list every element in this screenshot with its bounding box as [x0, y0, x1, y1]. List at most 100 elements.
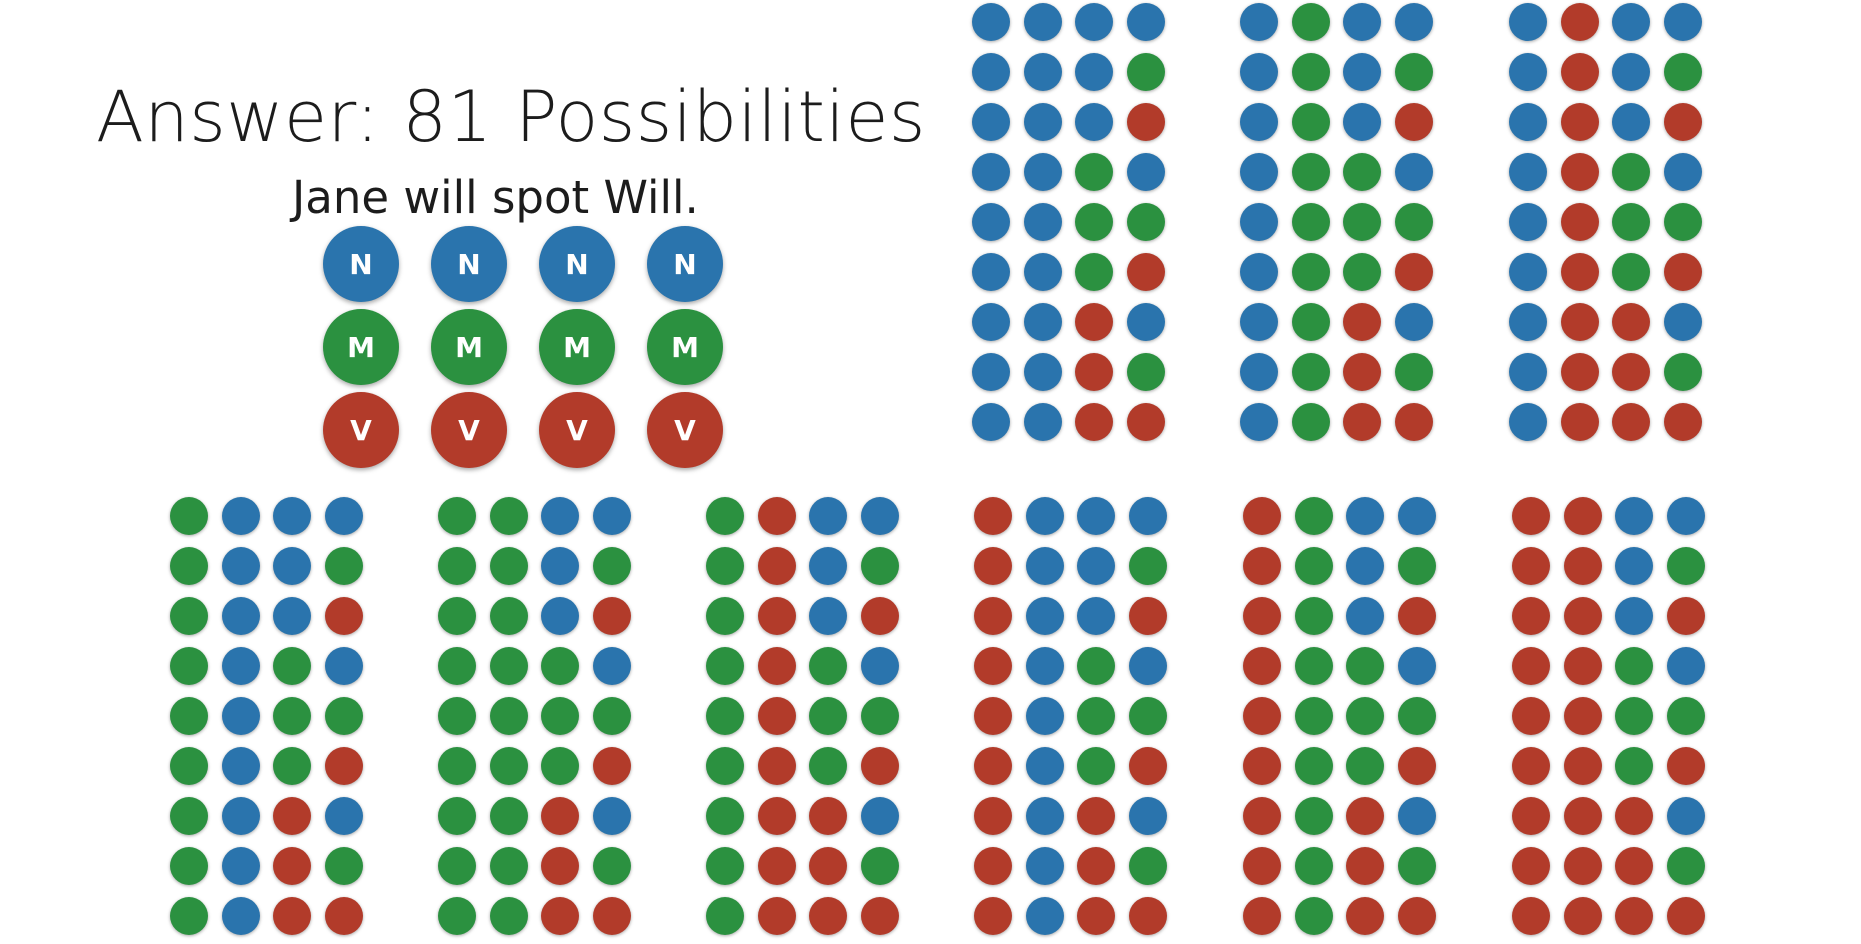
- dot-n: [1509, 303, 1547, 341]
- dot-n: [1612, 3, 1650, 41]
- dot-n: [1394, 3, 1433, 41]
- page-title: Answer: 81 Possibilities: [96, 76, 926, 158]
- dot-v: [541, 847, 579, 885]
- dot-n: [972, 203, 1010, 241]
- dot-v: [1512, 547, 1550, 585]
- dot-n: [1025, 547, 1064, 585]
- legend-ball-m: M: [431, 309, 507, 385]
- dot-v: [1563, 647, 1602, 685]
- dot-n: [1023, 103, 1062, 141]
- dot-v: [1346, 897, 1384, 935]
- dot-m: [324, 847, 363, 885]
- dot-m: [1294, 697, 1333, 735]
- dot-m: [438, 597, 476, 635]
- dot-v: [860, 747, 899, 785]
- dot-n: [1240, 153, 1278, 191]
- dot-v: [1126, 103, 1165, 141]
- dot-m: [1294, 847, 1333, 885]
- legend-ball-m: M: [323, 309, 399, 385]
- dot-n: [1126, 303, 1165, 341]
- dot-n: [1240, 203, 1278, 241]
- dot-m: [706, 797, 744, 835]
- dot-v: [1512, 797, 1550, 835]
- dot-m: [1394, 203, 1433, 241]
- dot-m: [273, 697, 311, 735]
- dot-v: [541, 897, 579, 935]
- dot-m: [1346, 697, 1384, 735]
- dot-v: [974, 597, 1012, 635]
- dot-m: [1291, 53, 1330, 91]
- dot-n: [1240, 3, 1278, 41]
- dot-n: [972, 3, 1010, 41]
- dot-n: [1615, 497, 1653, 535]
- dot-m: [1291, 403, 1330, 441]
- dot-m: [1294, 747, 1333, 785]
- dot-m: [1663, 353, 1702, 391]
- dot-n: [860, 497, 899, 535]
- dot-v: [1615, 897, 1653, 935]
- dot-m: [706, 747, 744, 785]
- dot-n: [1023, 53, 1062, 91]
- dot-v: [273, 797, 311, 835]
- dot-v: [974, 747, 1012, 785]
- dot-n: [1509, 53, 1547, 91]
- dot-n: [1509, 3, 1547, 41]
- dot-n: [541, 547, 579, 585]
- dot-v: [809, 897, 847, 935]
- dot-m: [1663, 53, 1702, 91]
- legend-ball-m: M: [647, 309, 723, 385]
- dot-n: [1023, 153, 1062, 191]
- dot-v: [1243, 597, 1281, 635]
- dot-m: [324, 547, 363, 585]
- dot-n: [972, 253, 1010, 291]
- dot-m: [809, 697, 847, 735]
- dot-m: [273, 647, 311, 685]
- dot-m: [438, 847, 476, 885]
- dot-n: [221, 497, 260, 535]
- dot-m: [1294, 597, 1333, 635]
- dot-n: [221, 747, 260, 785]
- dot-v: [1563, 497, 1602, 535]
- dot-m: [1666, 697, 1705, 735]
- dot-n: [221, 797, 260, 835]
- legend-ball-v: V: [647, 392, 723, 468]
- dot-n: [809, 597, 847, 635]
- dot-m: [1294, 897, 1333, 935]
- dot-n: [972, 53, 1010, 91]
- dot-m: [1343, 203, 1381, 241]
- dot-v: [1243, 897, 1281, 935]
- dot-m: [860, 847, 899, 885]
- dot-v: [1126, 403, 1165, 441]
- dot-m: [170, 697, 208, 735]
- dot-v: [1075, 403, 1113, 441]
- dot-m: [1291, 353, 1330, 391]
- dot-m: [489, 747, 528, 785]
- dot-n: [1023, 303, 1062, 341]
- dot-n: [972, 103, 1010, 141]
- dot-n: [221, 547, 260, 585]
- dot-v: [1663, 253, 1702, 291]
- dot-v: [1343, 303, 1381, 341]
- dot-n: [1025, 847, 1064, 885]
- dot-m: [592, 697, 631, 735]
- dot-v: [1128, 597, 1167, 635]
- dot-n: [1346, 547, 1384, 585]
- dot-m: [170, 497, 208, 535]
- dot-n: [592, 647, 631, 685]
- dot-m: [706, 547, 744, 585]
- dot-v: [1612, 353, 1650, 391]
- dot-v: [974, 647, 1012, 685]
- dot-v: [1394, 103, 1433, 141]
- dot-m: [1291, 153, 1330, 191]
- dot-m: [1666, 847, 1705, 885]
- dot-v: [1077, 847, 1115, 885]
- dot-m: [438, 547, 476, 585]
- dot-n: [1615, 597, 1653, 635]
- dot-m: [170, 747, 208, 785]
- dot-v: [1343, 403, 1381, 441]
- dot-m: [489, 647, 528, 685]
- dot-n: [1023, 403, 1062, 441]
- dot-n: [1025, 597, 1064, 635]
- dot-m: [438, 697, 476, 735]
- dot-v: [1612, 303, 1650, 341]
